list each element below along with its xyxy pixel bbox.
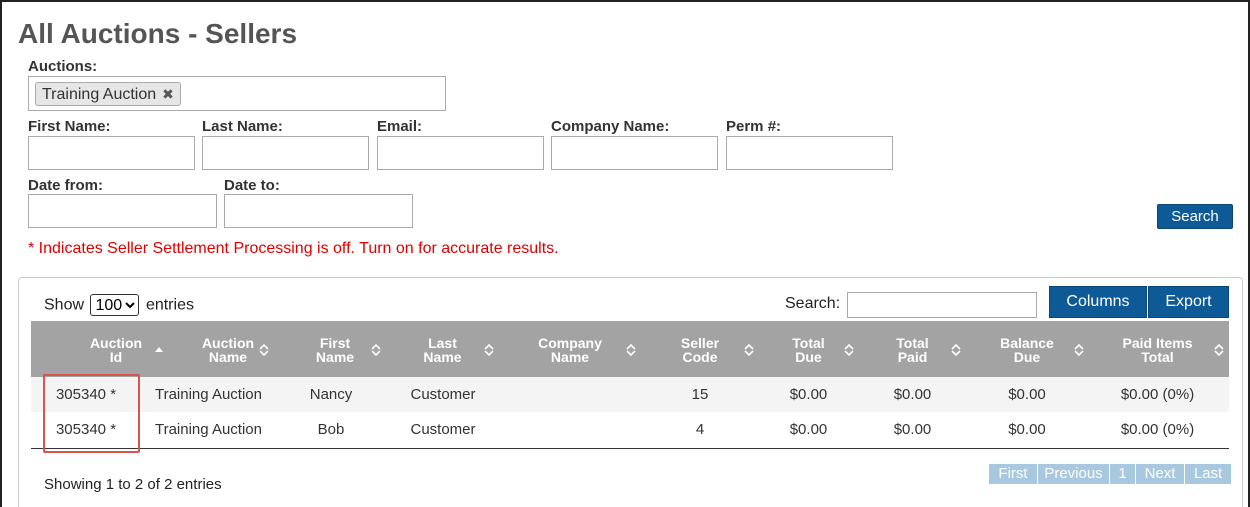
page-size-control: Show 100 entries — [44, 294, 194, 316]
auctions-select[interactable]: Training Auction ✖ — [28, 76, 446, 111]
last-name-input[interactable] — [202, 136, 369, 170]
auction-id-highlight-box — [43, 374, 140, 453]
first-name-label: First Name: — [28, 118, 111, 135]
header-line2: Due — [1013, 349, 1041, 365]
header-company-name[interactable]: Company Name — [500, 321, 640, 377]
cell-total-paid: $0.00 — [893, 421, 932, 438]
header-last-name[interactable]: Last Name — [385, 321, 500, 377]
auctions-label: Auctions: — [28, 58, 98, 75]
header-auction-id[interactable]: Auction Id — [61, 321, 171, 377]
table-row[interactable]: 305340 * Training Auction Bob Customer 4… — [31, 412, 1229, 447]
header-line1: Seller — [680, 335, 720, 351]
perm-input[interactable] — [726, 136, 893, 170]
sort-both-icon — [626, 343, 636, 357]
date-to-label: Date to: — [224, 177, 280, 194]
pager-last-button[interactable]: Last — [1185, 464, 1231, 484]
header-line1: Company — [538, 335, 602, 351]
pager-first-button[interactable]: First — [989, 464, 1038, 484]
cell-auction-name: Training Auction — [154, 421, 262, 438]
header-line1: Last — [428, 335, 457, 351]
columns-button[interactable]: Columns — [1049, 286, 1147, 318]
entries-label: entries — [145, 296, 194, 314]
date-from-label: Date from: — [28, 177, 104, 194]
header-first-name[interactable]: First Name — [285, 321, 385, 377]
pager-page-1-button[interactable]: 1 — [1110, 464, 1136, 484]
table-bottom-border — [31, 448, 1229, 449]
company-name-label: Company Name: — [551, 118, 670, 135]
first-name-input[interactable] — [28, 136, 195, 170]
sort-both-icon — [844, 343, 854, 357]
pager-previous-button[interactable]: Previous — [1038, 464, 1110, 484]
cell-balance-due: $0.00 — [1008, 421, 1046, 438]
cell-paid-items-total: $0.00 (0%) — [1120, 421, 1195, 438]
header-line1: First — [319, 335, 351, 351]
date-from-input[interactable] — [28, 194, 217, 228]
header-total-paid[interactable]: Total Paid — [857, 321, 968, 377]
cell-paid-items-total: $0.00 (0%) — [1120, 386, 1195, 403]
header-line2: Name — [423, 349, 462, 365]
header-line2: Due — [795, 349, 822, 365]
header-line2: Name — [315, 349, 355, 365]
cell-company-name — [500, 412, 640, 447]
table-search-label: Search: — [785, 295, 841, 312]
cell-total-due: $0.00 — [789, 386, 828, 403]
header-seller-code[interactable]: Seller Code — [640, 321, 760, 377]
cell-seller-code: 15 — [691, 386, 709, 403]
page-size-select[interactable]: 100 — [90, 294, 140, 316]
cell-seller-code: 4 — [695, 421, 705, 438]
perm-label: Perm #: — [726, 118, 782, 135]
company-name-input[interactable] — [551, 136, 718, 170]
export-button[interactable]: Export — [1148, 286, 1229, 318]
cell-total-due: $0.00 — [789, 421, 828, 438]
search-button[interactable]: Search — [1157, 204, 1233, 229]
sort-both-icon — [1214, 343, 1224, 357]
table-header: Auction Id Auction Name First Name Last … — [31, 321, 1229, 377]
sort-asc-icon — [155, 347, 163, 352]
sort-both-icon — [371, 343, 381, 357]
page-title: All Auctions - Sellers — [18, 18, 298, 49]
auction-tag-label: Training Auction — [42, 86, 157, 103]
settlement-notice: * Indicates Seller Settlement Processing… — [28, 240, 559, 257]
table-search-input[interactable] — [847, 292, 1037, 318]
sort-both-icon — [259, 343, 269, 357]
show-label: Show — [44, 296, 85, 314]
cell-auction-name: Training Auction — [154, 386, 262, 403]
header-line2: Code — [682, 349, 718, 365]
header-balance-due[interactable]: Balance Due — [968, 321, 1086, 377]
table-row[interactable]: 305340 * Training Auction Nancy Customer… — [31, 377, 1229, 412]
cell-last-name: Customer — [410, 386, 476, 403]
header-line1: Total — [792, 335, 825, 351]
sort-both-icon — [484, 343, 494, 357]
header-paid-items-total[interactable]: Paid Items Total — [1086, 321, 1229, 377]
pager-next-button[interactable]: Next — [1136, 464, 1185, 484]
cell-first-name: Bob — [317, 421, 345, 438]
auction-tag: Training Auction ✖ — [35, 82, 181, 106]
sort-both-icon — [1074, 343, 1084, 357]
last-name-label: Last Name: — [202, 118, 283, 135]
header-total-due[interactable]: Total Due — [760, 321, 857, 377]
cell-last-name: Customer — [410, 421, 476, 438]
date-to-input[interactable] — [224, 194, 413, 228]
header-line1: Paid Items — [1122, 335, 1193, 351]
header-line1: Balance — [1000, 335, 1054, 351]
email-input[interactable] — [377, 136, 544, 170]
table-info: Showing 1 to 2 of 2 entries — [44, 476, 222, 493]
cell-balance-due: $0.00 — [1008, 386, 1046, 403]
sort-both-icon — [951, 343, 961, 357]
cell-company-name — [500, 377, 640, 412]
remove-tag-icon[interactable]: ✖ — [162, 86, 174, 102]
cell-first-name: Nancy — [309, 386, 353, 403]
header-auction-name[interactable]: Auction Name — [171, 321, 285, 377]
cell-total-paid: $0.00 — [893, 386, 932, 403]
header-line2: Total — [1141, 349, 1174, 365]
header-line2: Name — [550, 349, 590, 365]
sort-both-icon — [744, 343, 754, 357]
email-label: Email: — [377, 118, 423, 135]
